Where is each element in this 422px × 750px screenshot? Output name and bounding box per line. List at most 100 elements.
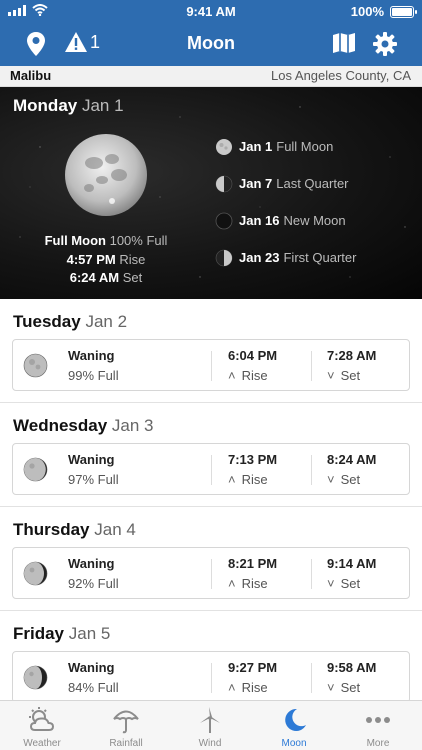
upcoming-phase-item[interactable]: Jan 23 First Quarter	[215, 239, 356, 276]
set-time: 7:28 AM	[327, 348, 377, 363]
divider	[211, 351, 212, 381]
moon-day-card[interactable]: Waning 92% Full 8:21 PM ˄ Rise 9:14 AM ˅…	[12, 547, 410, 599]
today-heading: Monday Jan 1	[13, 96, 124, 116]
today-set-label: Set	[122, 270, 143, 285]
chevron-up-icon: ˄	[228, 680, 236, 695]
upcoming-phases: Jan 1 Full Moon Jan 7 Last Quarter Jan 1…	[215, 128, 356, 276]
gear-icon[interactable]	[372, 31, 398, 57]
day-heading: Wednesday Jan 3	[13, 416, 154, 435]
chevron-up-icon: ˄	[228, 576, 236, 591]
rise-label: Rise	[241, 472, 268, 487]
page-title: Moon	[187, 33, 235, 53]
moon-day-card[interactable]: Waning 97% Full 7:13 PM ˄ Rise 8:24 AM ˅…	[12, 443, 410, 495]
today-illumination: 100% Full	[109, 233, 168, 248]
set-label: Set	[340, 368, 361, 383]
day-heading: Friday Jan 5	[13, 624, 111, 643]
location-city: Malibu	[10, 68, 52, 83]
status-bar: 9:41 AM 100%	[0, 0, 422, 22]
rise-time: 9:27 PM	[228, 660, 278, 675]
chevron-down-icon: ˅	[327, 368, 335, 383]
chevron-down-icon: ˅	[327, 680, 335, 695]
today-day: Monday	[13, 96, 78, 115]
umbrella-icon	[113, 710, 139, 734]
tab-more[interactable]: More	[336, 701, 420, 750]
upcoming-phase-item[interactable]: Jan 7 Last Quarter	[215, 165, 356, 202]
more-dots-icon	[366, 717, 390, 723]
rise-time: 8:21 PM	[228, 556, 278, 571]
divider	[311, 663, 312, 693]
divider	[211, 663, 212, 693]
tab-moon[interactable]: Moon	[252, 701, 336, 750]
day-heading: Thursday Jan 4	[13, 520, 136, 539]
illumination: 84% Full	[68, 680, 119, 695]
last-quarter-icon	[215, 175, 233, 192]
phase-name: Waning	[68, 660, 115, 675]
day-section: Thursday Jan 4 Waning 92% Full 8:21 PM ˄…	[0, 507, 422, 611]
daily-moon-list: Tuesday Jan 2 Waning 99% Full 6:04 PM ˄ …	[0, 299, 422, 715]
moon-day-card[interactable]: Waning 99% Full 6:04 PM ˄ Rise 7:28 AM ˅…	[12, 339, 410, 391]
today-phase: Full Moon 100% Full	[0, 233, 212, 248]
divider	[311, 559, 312, 589]
full-moon-icon	[216, 138, 232, 155]
tab-bar: Weather Rainfall Wind Moon More	[0, 700, 422, 750]
rise-time: 6:04 PM	[228, 348, 278, 363]
moon-icon	[285, 708, 306, 731]
today-set: 6:24 AM Set	[0, 270, 212, 285]
divider	[211, 559, 212, 589]
set-time: 9:14 AM	[327, 556, 377, 571]
chevron-up-icon: ˄	[228, 368, 236, 383]
day-section: Wednesday Jan 3 Waning 97% Full 7:13 PM …	[0, 403, 422, 507]
waning-gibbous-moon-icon	[23, 561, 48, 586]
rise-label: Rise	[241, 576, 268, 591]
moon-day-card[interactable]: Waning 84% Full 9:27 PM ˄ Rise 9:58 AM ˅…	[12, 651, 410, 703]
chevron-down-icon: ˅	[327, 576, 335, 591]
top-bar: 9:41 AM 100% 1 Moon	[0, 0, 422, 66]
illumination: 99% Full	[68, 368, 119, 383]
divider	[311, 351, 312, 381]
full-moon-image	[65, 134, 147, 216]
new-moon-icon	[215, 212, 233, 229]
set-label: Set	[340, 680, 361, 695]
first-quarter-icon	[215, 249, 233, 266]
today-rise: 4:57 PM Rise	[0, 252, 212, 267]
set-label: Set	[340, 472, 361, 487]
waning-gibbous-moon-icon	[23, 457, 48, 482]
rise-label: Rise	[241, 368, 268, 383]
today-set-time: 6:24 AM	[69, 270, 120, 285]
today-rise-label: Rise	[119, 252, 146, 267]
today-phase-name: Full Moon	[44, 233, 106, 248]
today-rise-time: 4:57 PM	[66, 252, 116, 267]
set-time: 8:24 AM	[327, 452, 377, 467]
chevron-up-icon: ˄	[228, 472, 236, 487]
today-date: Jan 1	[81, 96, 124, 115]
waning-gibbous-moon-icon	[23, 665, 48, 690]
waning-gibbous-moon-icon	[23, 353, 48, 378]
today-moon-panel: Monday Jan 1 Full Moon 100% Full 4:57 PM…	[0, 87, 422, 299]
location-county: Los Angeles County, CA	[271, 68, 411, 83]
upcoming-phase-item[interactable]: Jan 16 New Moon	[215, 202, 356, 239]
illumination: 97% Full	[68, 472, 119, 487]
rise-label: Rise	[241, 680, 268, 695]
set-label: Set	[340, 576, 361, 591]
rise-time: 7:13 PM	[228, 452, 278, 467]
weather-icon	[29, 707, 55, 731]
illumination: 92% Full	[68, 576, 119, 591]
chevron-down-icon: ˅	[327, 472, 335, 487]
upcoming-phase-item[interactable]: Jan 1 Full Moon	[215, 128, 356, 165]
map-icon[interactable]	[332, 32, 356, 54]
day-section: Tuesday Jan 2 Waning 99% Full 6:04 PM ˄ …	[0, 299, 422, 403]
location-bar[interactable]: Malibu Los Angeles County, CA	[0, 66, 422, 87]
day-heading: Tuesday Jan 2	[13, 312, 128, 331]
battery-percent: 100%	[350, 4, 384, 19]
tab-weather[interactable]: Weather	[0, 701, 84, 750]
nav-bar: 1 Moon	[0, 22, 422, 66]
tab-rainfall[interactable]: Rainfall	[84, 701, 168, 750]
phase-name: Waning	[68, 452, 115, 467]
set-time: 9:58 AM	[327, 660, 377, 675]
divider	[311, 455, 312, 485]
phase-name: Waning	[68, 556, 115, 571]
wind-turbine-icon	[200, 707, 220, 733]
tab-wind[interactable]: Wind	[168, 701, 252, 750]
battery-icon	[390, 5, 417, 18]
divider	[211, 455, 212, 485]
